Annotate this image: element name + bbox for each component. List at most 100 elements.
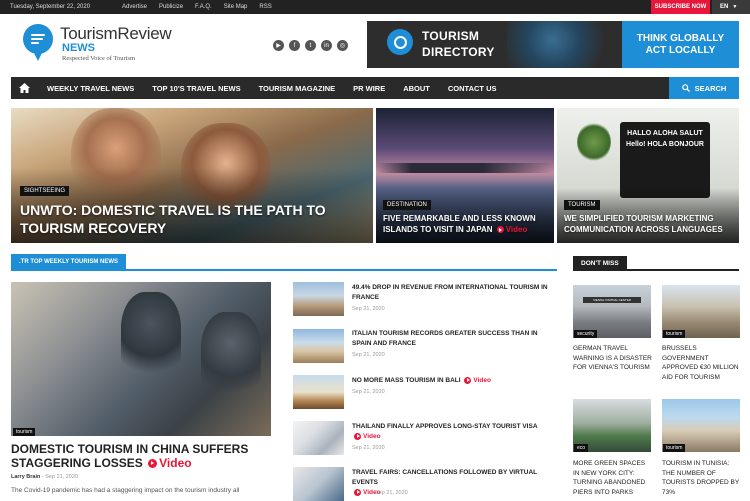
advertise-link[interactable]: Advertise (122, 4, 147, 10)
video-play-icon (354, 432, 361, 440)
list-item-title[interactable]: THAILAND FINALLY APPROVES LONG-STAY TOUR… (352, 422, 557, 442)
laptop-screen-graphic: HALLO ALOHA SALUT Hello! HOLA BONJOUR (620, 122, 710, 198)
laptop-screen-words: HALLO ALOHA SALUT Hello! HOLA BONJOUR (626, 130, 704, 148)
plant-graphic (577, 122, 611, 162)
logo-pin-icon (23, 24, 53, 61)
category-badge: eco (574, 444, 589, 452)
rss-link[interactable]: RSS (259, 4, 271, 10)
language-selector[interactable]: EN ▼ (712, 0, 750, 14)
list-item-image[interactable] (293, 375, 344, 409)
main-article-meta: Larry Brain - Sep 21, 2020 (11, 474, 78, 480)
main-article-title[interactable]: DOMESTIC TOURISM IN CHINA SUFFERS STAGGE… (11, 442, 271, 470)
logo-subtitle: NEWS (62, 42, 95, 54)
nav-pr-wire[interactable]: PR WIRE (353, 84, 385, 93)
video-play-icon (496, 226, 504, 234)
home-icon[interactable] (11, 77, 37, 99)
list-item-title[interactable]: ITALIAN TOURISM RECORDS GREATER SUCCESS … (352, 329, 557, 349)
list-item-title-text: THAILAND FINALLY APPROVES LONG-STAY TOUR… (352, 423, 538, 430)
list-item-image[interactable] (293, 282, 344, 316)
dont-miss-title[interactable]: BRUSSELS GOVERNMENT APPROVED €30 MILLION… (662, 344, 742, 382)
faq-link[interactable]: F.A.Q. (195, 4, 212, 10)
banner-line-2: DIRECTORY (422, 45, 495, 59)
section-divider (573, 269, 739, 271)
video-label: Video (505, 225, 528, 234)
nav-contact-us[interactable]: CONTACT US (448, 84, 497, 93)
list-item-image[interactable] (293, 329, 344, 363)
list-item-date: Sep 21, 2020 (352, 306, 385, 312)
video-label: Video (159, 456, 192, 470)
article-date: Sep 21, 2020 (45, 474, 78, 480)
statue-shape-2 (201, 312, 261, 402)
subscribe-button[interactable]: SUBSCRIBE NOW (651, 0, 710, 14)
video-label: Video (473, 377, 491, 384)
tourism-directory-banner[interactable]: TOURISM DIRECTORY THINK GLOBALLY ACT LOCA… (367, 21, 739, 68)
sign-text: VIENNA VISITING CENTER (593, 298, 631, 302)
nav-about[interactable]: ABOUT (403, 84, 430, 93)
main-nav: WEEKLY TRAVEL NEWS TOP 10'S TRAVEL NEWS … (11, 77, 739, 99)
hero-title: UNWTO: DOMESTIC TRAVEL IS THE PATH TO TO… (20, 202, 326, 236)
banner-line-1: TOURISM (422, 29, 480, 43)
main-article-title-text: DOMESTIC TOURISM IN CHINA SUFFERS STAGGE… (11, 442, 249, 470)
logo-name: TourismReview (60, 24, 172, 43)
category-badge: SIGHTSEEING (20, 186, 70, 196)
facebook-icon[interactable]: f (289, 40, 300, 51)
statue-shape (121, 292, 181, 382)
hero-article-tourism-marketing[interactable]: HALLO ALOHA SALUT Hello! HOLA BONJOUR TO… (557, 108, 739, 243)
twitter-icon[interactable]: t (305, 40, 316, 51)
logo-tagline: Respected Voice of Tourism (62, 55, 136, 62)
category-badge: tourism (663, 444, 686, 452)
site-map-link[interactable]: Site Map (224, 4, 248, 10)
instagram-icon[interactable]: ◎ (337, 40, 348, 51)
language-label: EN (720, 4, 729, 10)
video-play-icon (354, 488, 361, 496)
hero-photo (376, 163, 554, 173)
dont-miss-image[interactable]: tourism (662, 285, 740, 338)
banner-slogan-1: THINK GLOBALLY (636, 33, 725, 44)
list-item-image[interactable] (293, 421, 344, 455)
category-badge: tourism (13, 428, 36, 436)
nav-top-10s[interactable]: TOP 10'S TRAVEL NEWS (152, 84, 240, 93)
dont-miss-image[interactable]: VIENNA VISITING CENTER security (573, 285, 651, 338)
banner-slogan-2: ACT LOCALLY (645, 45, 716, 56)
search-label: SEARCH (694, 83, 727, 93)
top-bar: Tuesday, September 22, 2020 Advertise Pu… (0, 0, 750, 14)
list-item-date: Sep 21, 2020 (352, 389, 385, 395)
category-badge: security (574, 330, 598, 338)
category-badge: tourism (663, 330, 686, 338)
list-item-date: Sep 21, 2020 (352, 445, 385, 451)
nav-weekly-travel-news[interactable]: WEEKLY TRAVEL NEWS (47, 84, 134, 93)
dont-miss-image[interactable]: eco (573, 399, 651, 452)
dont-miss-title[interactable]: TOURISM IN TUNISIA: THE NUMBER OF TOURIS… (662, 459, 742, 497)
category-badge: TOURISM (564, 200, 600, 210)
dont-miss-title[interactable]: MORE GREEN SPACES IN NEW YORK CITY: TURN… (573, 459, 653, 497)
video-play-icon (148, 459, 158, 469)
hero-title: FIVE REMARKABLE AND LESS KNOWN ISLANDS T… (383, 213, 549, 235)
author-name[interactable]: Larry Brain (11, 474, 40, 480)
list-item-title-text: NO MORE MASS TOURISM IN BALI (352, 377, 461, 384)
section-tab-top-weekly: .TR TOP WEEKLY TOURISM NEWS (11, 254, 127, 270)
current-date: Tuesday, September 22, 2020 (10, 4, 91, 10)
video-play-icon (464, 376, 472, 384)
hero-article-japan-islands[interactable]: DESTINATION FIVE REMARKABLE AND LESS KNO… (376, 108, 554, 243)
hero-title: WE SIMPLIFIED TOURISM MARKETING COMMUNIC… (564, 214, 723, 234)
hero-article-domestic-travel[interactable]: SIGHTSEEING UNWTO: DOMESTIC TRAVEL IS TH… (11, 108, 373, 243)
video-label: Video (363, 433, 381, 440)
world-map-graphic (507, 21, 622, 68)
section-divider (11, 269, 557, 271)
list-item-title[interactable]: 49.4% DROP IN REVENUE FROM INTERNATIONAL… (352, 283, 557, 303)
sign-graphic: VIENNA VISITING CENTER (583, 297, 641, 303)
category-badge: DESTINATION (383, 200, 431, 210)
search-button[interactable]: SEARCH (669, 77, 739, 99)
list-item-title-text: TRAVEL FAIRS: CANCELLATIONS FOLLOWED BY … (352, 469, 538, 486)
location-pin-icon (387, 29, 413, 55)
publicize-link[interactable]: Publicize (159, 4, 183, 10)
linkedin-icon[interactable]: in (321, 40, 332, 51)
list-item-title[interactable]: NO MORE MASS TOURISM IN BALI Video (352, 376, 557, 386)
youtube-icon[interactable]: ▶ (273, 40, 284, 51)
dont-miss-image[interactable]: tourism (662, 399, 740, 452)
list-item-date: Sep 21, 2020 (375, 490, 408, 496)
nav-tourism-magazine[interactable]: TOURISM MAGAZINE (259, 84, 336, 93)
dont-miss-title[interactable]: GERMAN TRAVEL WARNING IS A DISASTER FOR … (573, 344, 653, 373)
list-item-image[interactable] (293, 467, 344, 501)
main-article-image[interactable]: tourism (11, 282, 271, 436)
